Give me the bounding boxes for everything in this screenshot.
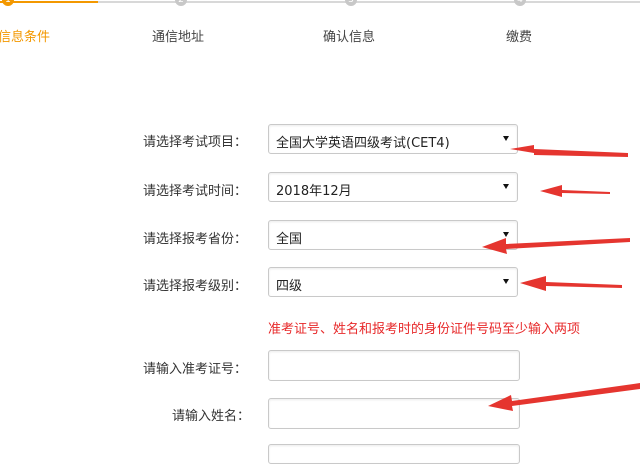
exam-time-select[interactable]: 2018年12月 (268, 172, 518, 202)
ticket-number-label: 请输入准考证号： (143, 362, 248, 377)
red-arrow-icon (540, 185, 610, 197)
province-value: 全国 (276, 232, 303, 247)
exam-item-label: 请选择考试项目： (143, 135, 248, 150)
name-input[interactable] (268, 398, 520, 429)
level-select[interactable]: 四级 (268, 267, 518, 297)
input-requirement-hint: 准考证号、姓名和报考时的身份证件号码至少输入两项 (268, 322, 581, 337)
step-4-icon: 4 (514, 0, 526, 6)
ticket-number-input[interactable] (268, 350, 520, 381)
step-progress-bar: 1 2 3 4 信息条件 通信地址 确认信息 缴费 (0, 0, 640, 50)
step-1-icon: 1 (2, 0, 14, 6)
chevron-down-icon (503, 279, 509, 284)
step-2-label: 通信地址 (152, 30, 205, 45)
step-1-label: 信息条件 (0, 30, 51, 45)
red-arrow-icon (520, 276, 622, 291)
red-arrow-icon (510, 145, 628, 157)
step-3-label: 确认信息 (323, 30, 376, 45)
exam-time-value: 2018年12月 (276, 184, 352, 199)
exam-item-value: 全国大学英语四级考试(CET4) (276, 136, 450, 151)
level-value: 四级 (276, 279, 303, 294)
exam-item-select[interactable]: 全国大学英语四级考试(CET4) (268, 124, 518, 154)
exam-time-label: 请选择考试时间： (143, 184, 248, 199)
step-3-icon: 3 (345, 0, 357, 6)
chevron-down-icon (503, 232, 509, 237)
province-label: 请选择报考省份： (143, 232, 248, 247)
province-select[interactable]: 全国 (268, 220, 518, 250)
chevron-down-icon (503, 136, 509, 141)
level-label: 请选择报考级别： (143, 279, 248, 294)
step-2-icon: 2 (175, 0, 187, 6)
id-number-input[interactable] (268, 444, 520, 464)
name-label: 请输入姓名： (172, 409, 251, 424)
step-line-done (0, 1, 98, 3)
step-4-label: 缴费 (506, 30, 533, 45)
chevron-down-icon (503, 184, 509, 189)
